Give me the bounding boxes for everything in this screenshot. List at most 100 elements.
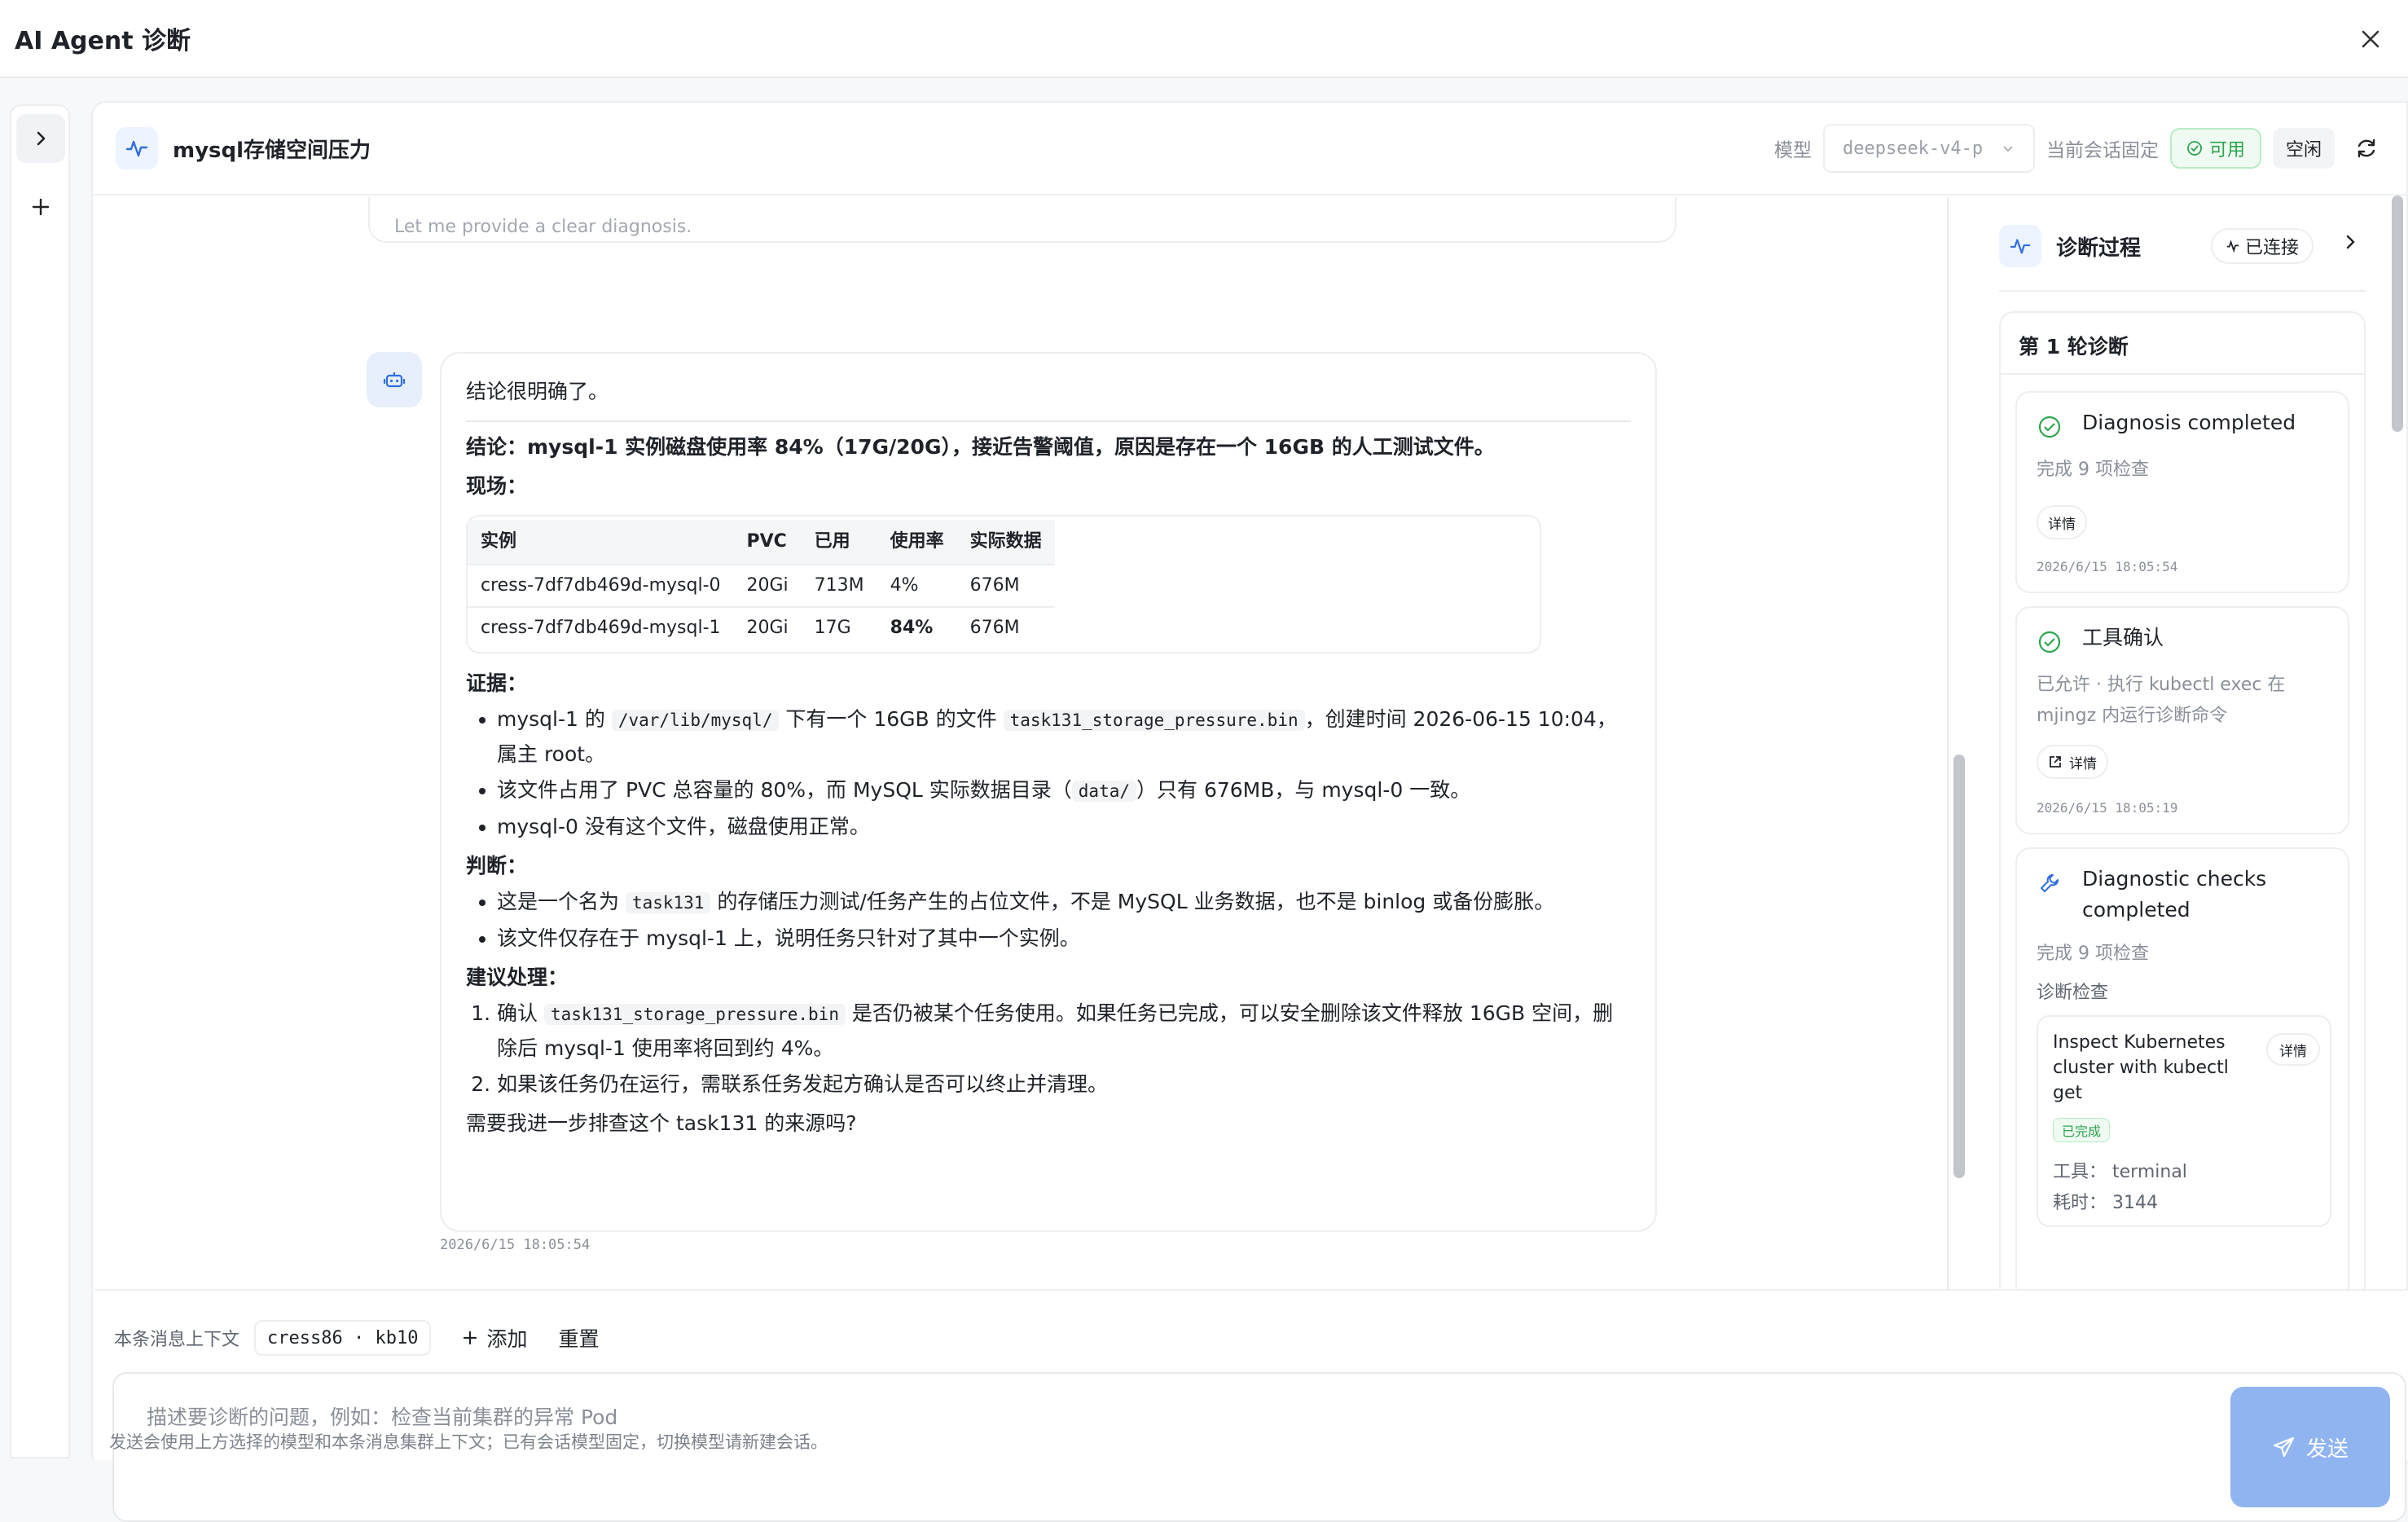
context-label: 本条消息上下文 bbox=[114, 1330, 240, 1350]
external-link-icon bbox=[2050, 756, 2061, 768]
previous-message-bubble: Let me provide a clear diagnosis. bbox=[368, 197, 1676, 243]
context-chip[interactable]: cress86 · kb10 bbox=[254, 1320, 432, 1356]
table-cell: 20Gi bbox=[733, 564, 802, 607]
judgement-heading: 判断： bbox=[466, 854, 528, 878]
list-item: 该文件仅存在于 mysql-1 上，说明任务只针对了其中一个实例。 bbox=[497, 922, 1631, 956]
col-pvc: PVC bbox=[733, 520, 802, 565]
checks-section-label: 诊断检查 bbox=[2037, 983, 2109, 1003]
panel-scrollbar[interactable] bbox=[2392, 196, 2403, 432]
check-item: Inspect Kubernetes cluster with kubectl … bbox=[2037, 1015, 2331, 1227]
step-timestamp: 2026/6/15 18:05:19 bbox=[2037, 800, 2178, 816]
model-select[interactable]: deepseek-v4-p bbox=[1822, 124, 2035, 173]
robot-icon bbox=[383, 372, 406, 388]
activity-icon bbox=[2226, 240, 2239, 253]
advice-heading: 建议处理： bbox=[466, 966, 569, 989]
step-title: Diagnosis completed bbox=[2082, 411, 2296, 434]
status-badge: 已完成 bbox=[2053, 1118, 2111, 1142]
app-title: AI Agent 诊断 bbox=[15, 27, 191, 55]
round-title: 第 1 轮诊断 bbox=[2019, 335, 2129, 359]
composer-hint: 发送会使用上方选择的模型和本条消息集群上下文；已有会话模型固定，切换模型请新建会… bbox=[109, 1432, 828, 1452]
list-item: mysql-1 的 /var/lib/mysql/ 下有一个 16GB 的文件 … bbox=[497, 702, 1631, 772]
left-rail bbox=[10, 104, 70, 1458]
step-title: 工具确认 bbox=[2082, 626, 2164, 649]
step-timestamp: 2026/6/15 18:05:54 bbox=[2037, 559, 2178, 574]
refresh-icon[interactable] bbox=[2346, 128, 2387, 169]
step-subtitle: 完成 9 项检查 bbox=[2037, 944, 2149, 964]
assistant-message: 结论很明确了。 结论：mysql-1 实例磁盘使用率 84%（17G/20G），… bbox=[440, 352, 1657, 1232]
reset-context-button[interactable]: 重置 bbox=[558, 1323, 599, 1353]
collapse-panel-icon[interactable] bbox=[2341, 233, 2359, 254]
add-context-button[interactable]: 添加 bbox=[462, 1323, 527, 1353]
connection-text: 已连接 bbox=[2245, 238, 2300, 258]
step-subtitle: 完成 9 项检查 bbox=[2037, 460, 2149, 480]
chevron-down-icon bbox=[2003, 146, 2013, 152]
col-used: 已用 bbox=[801, 520, 877, 565]
check-circle-icon bbox=[2037, 629, 2063, 658]
table-row: cress-7df7db469d-mysql-0 20Gi 713M 4% 67… bbox=[468, 564, 1055, 607]
new-session-button[interactable] bbox=[16, 183, 65, 231]
status-badge-available: 可用 bbox=[2169, 128, 2261, 169]
list-item: 该文件占用了 PVC 总容量的 80%，而 MySQL 实际数据目录（data/… bbox=[497, 773, 1631, 808]
bot-avatar bbox=[367, 352, 422, 407]
evidence-list: mysql-1 的 /var/lib/mysql/ 下有一个 16GB 的文件 … bbox=[497, 702, 1631, 844]
top-bar: AI Agent 诊断 bbox=[0, 0, 2408, 78]
list-item: 这是一个名为 task131 的存储压力测试/任务产生的占位文件，不是 MySQ… bbox=[497, 885, 1631, 920]
table-cell: 20Gi bbox=[733, 606, 802, 649]
input-placeholder: 描述要诊断的问题，例如：检查当前集群的异常 Pod bbox=[147, 1405, 618, 1429]
model-label: 模型 bbox=[1773, 140, 1812, 161]
diagnosis-panel: 诊断过程 已连接 第 1 轮诊断 Diagnosis completed 完成 … bbox=[1975, 197, 2367, 1289]
table-header-row: 实例 PVC 已用 使用率 实际数据 bbox=[468, 520, 1055, 565]
session-pin-label: 当前会话固定 bbox=[2045, 140, 2159, 161]
check-tool: 工具： terminal bbox=[2053, 1162, 2187, 1182]
list-item: mysql-0 没有这个文件，磁盘使用正常。 bbox=[497, 810, 1631, 844]
table-row: cress-7df7db469d-mysql-1 20Gi 17G 84% 67… bbox=[468, 606, 1055, 649]
table-cell: cress-7df7db469d-mysql-0 bbox=[468, 564, 734, 607]
wrench-icon bbox=[2037, 870, 2063, 900]
expand-sidebar-button[interactable] bbox=[16, 114, 65, 163]
chat-scrollbar[interactable] bbox=[1953, 754, 1965, 1178]
chevron-right-icon bbox=[37, 131, 46, 146]
details-button[interactable]: 详情 bbox=[2037, 505, 2087, 539]
plus-icon bbox=[464, 1331, 477, 1345]
message-conclusion: 结论：mysql-1 实例磁盘使用率 84%（17G/20G），接近告警阈值，原… bbox=[466, 435, 1495, 459]
session-title: mysql存储空间压力 bbox=[173, 139, 371, 163]
evidence-heading: 证据： bbox=[466, 671, 528, 695]
add-label: 添加 bbox=[486, 1327, 528, 1351]
previous-message-text: Let me provide a clear diagnosis. bbox=[394, 217, 692, 237]
disk-usage-table: 实例 PVC 已用 使用率 实际数据 cress-7df7db469d-mysq… bbox=[466, 515, 1541, 653]
session-header: mysql存储空间压力 模型 deepseek-v4-p 当前会话固定 可用 空… bbox=[93, 103, 2408, 196]
diagnosis-round: 第 1 轮诊断 Diagnosis completed 完成 9 项检查 详情 … bbox=[1999, 311, 2366, 1289]
divider bbox=[1999, 290, 2366, 292]
context-row: 本条消息上下文 cress86 · kb10 添加 重置 bbox=[114, 1320, 599, 1356]
table-cell: 17G bbox=[801, 606, 877, 649]
check-title: Inspect Kubernetes cluster with kubectl … bbox=[2053, 1032, 2229, 1103]
col-usage: 使用率 bbox=[877, 520, 957, 565]
details-button[interactable]: 详情 bbox=[2266, 1033, 2320, 1066]
activity-icon bbox=[116, 127, 158, 169]
connection-status: 已连接 bbox=[2211, 228, 2314, 264]
diagnosis-header: 诊断过程 已连接 bbox=[1999, 222, 2366, 271]
check-circle-icon bbox=[2037, 414, 2063, 443]
step-card: Diagnostic checks completed 完成 9 项检查 诊断检… bbox=[2015, 847, 2349, 1289]
details-label: 详情 bbox=[2048, 516, 2076, 533]
diagnosis-title: 诊断过程 bbox=[2056, 235, 2142, 261]
check-duration: 耗时： 3144 bbox=[2053, 1193, 2159, 1213]
step-card: 工具确认 已允许 · 执行 kubectl exec 在 mjingz 内运行诊… bbox=[2015, 606, 2349, 834]
check-circle-icon bbox=[2187, 141, 2202, 156]
table-cell: 84% bbox=[877, 606, 957, 649]
send-button[interactable]: 发送 bbox=[2230, 1387, 2390, 1507]
send-icon bbox=[2273, 1436, 2295, 1458]
details-label: 详情 bbox=[2069, 755, 2097, 772]
table-cell: 4% bbox=[877, 564, 957, 607]
close-icon[interactable] bbox=[2351, 20, 2390, 59]
list-item: 如果该任务仍在运行，需联系任务发起方确认是否可以终止并清理。 bbox=[497, 1067, 1631, 1102]
chat-area[interactable]: Let me provide a clear diagnosis. 结论很明确了… bbox=[94, 197, 1945, 1289]
advice-list: 确认 task131_storage_pressure.bin 是否仍被某个任务… bbox=[497, 996, 1631, 1102]
panel-divider bbox=[1947, 197, 1949, 1289]
table-cell: cress-7df7db469d-mysql-1 bbox=[468, 606, 734, 649]
step-title: Diagnostic checks completed bbox=[2082, 867, 2267, 922]
header-controls: 模型 deepseek-v4-p 当前会话固定 可用 空闲 bbox=[1774, 122, 2387, 174]
model-value: deepseek-v4-p bbox=[1842, 138, 1984, 159]
details-button[interactable]: 详情 bbox=[2037, 745, 2108, 779]
status-badge-idle: 空闲 bbox=[2272, 128, 2335, 169]
